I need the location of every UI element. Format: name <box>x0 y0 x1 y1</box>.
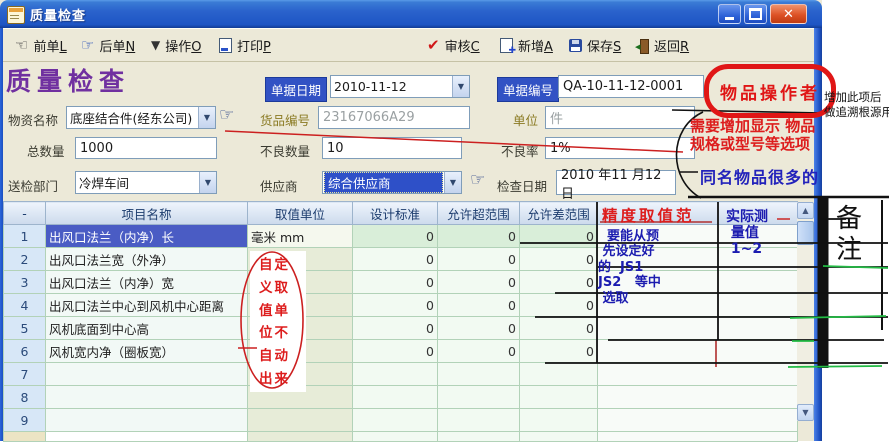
dept-label: 送检部门 <box>8 176 58 195</box>
doc-no-label: 单据编号 <box>497 77 559 102</box>
defect-rate-input[interactable]: 1% <box>545 137 695 159</box>
operate-button[interactable]: ▼ 操作O <box>151 33 201 57</box>
print-button[interactable]: 打印P <box>219 33 271 57</box>
table-row: 5风机底面到中心高000 <box>4 317 798 340</box>
supplier-dropdown-arrow[interactable]: ▼ <box>444 172 461 193</box>
scroll-up-button[interactable]: ▲ <box>797 202 814 219</box>
dept-combobox[interactable]: 冷焊车间 ▼ <box>75 171 217 194</box>
next-doc-button[interactable]: ☞ 后单N <box>81 33 135 57</box>
table-row: 3出风口法兰（内净）宽000 <box>4 271 798 294</box>
material-dropdown-arrow[interactable]: ▼ <box>198 107 215 128</box>
table-row: 2出风口法兰宽（外净）000 <box>4 248 798 271</box>
page-title: 质量检查 <box>6 62 130 98</box>
minimize-button[interactable] <box>718 4 741 24</box>
table-row: 9 <box>4 409 798 432</box>
col-header-std[interactable]: 设计标准 <box>353 202 438 225</box>
save-button[interactable]: 保存S <box>569 33 621 57</box>
col-header-unit[interactable]: 取值单位 <box>248 202 353 225</box>
material-picker-hand-icon[interactable]: ☞ <box>219 105 234 125</box>
doc-date-combobox[interactable]: 2010-11-12 ▼ <box>330 75 470 98</box>
window-title: 质量检查 <box>30 5 86 24</box>
app-icon <box>7 6 25 24</box>
defect-rate-label: 不良率 <box>501 141 539 160</box>
new-button[interactable]: 新增A <box>500 33 553 57</box>
scrollbar-thumb[interactable] <box>797 221 814 245</box>
prev-doc-button[interactable]: ☜ 前单L <box>15 33 67 57</box>
col-header-rowno[interactable]: - <box>4 202 46 225</box>
annotation-trace-note: 增加此项后 做追溯根源用 <box>824 90 889 119</box>
unit-input: 件 <box>545 106 695 129</box>
titlebar: 质量检查 ✕ <box>0 0 822 28</box>
material-combobox[interactable]: 底座结合件(经东公司) ▼ <box>66 106 216 129</box>
col-header-over[interactable]: 允许超范围 <box>438 202 520 225</box>
defect-qty-input[interactable]: 10 <box>322 137 462 159</box>
material-label: 物资名称 <box>8 110 58 129</box>
table-row: 7 <box>4 363 798 386</box>
unit-label: 单位 <box>513 110 538 129</box>
annotation-precision-note: 要能从预 先设定好 的 JS1 JS2 等中 选取 <box>598 229 661 306</box>
table-row: 6风机宽内净（圈板宽）000 <box>4 340 798 363</box>
close-icon: ✕ <box>783 7 794 22</box>
supplier-combobox[interactable]: 综合供应商 ▼ <box>322 171 462 194</box>
inspection-items-table: - 项目名称 取值单位 设计标准 允许超范围 允许差范围 1出风口法兰（内净）长… <box>3 201 798 442</box>
total-qty-label: 总数量 <box>27 141 65 160</box>
annotation-same-name-note: 同名物品很多的 <box>700 164 819 188</box>
annotation-operator-box: 物品操作者 <box>704 64 836 118</box>
annotation-spec-note: 需要增加显示 物品 规格或型号等选项 <box>690 117 815 153</box>
col-header-dev[interactable]: 允许差范围 <box>520 202 598 225</box>
dept-dropdown-arrow[interactable]: ▼ <box>199 172 216 193</box>
annotation-measure-note: 实际测 量值 1~2 <box>726 209 768 257</box>
new-doc-icon <box>500 38 513 53</box>
check-date-label: 检查日期 <box>497 176 547 195</box>
table-row: 1出风口法兰（内净）长毫米 mm000 <box>4 225 798 248</box>
col-header-name[interactable]: 项目名称 <box>46 202 248 225</box>
doc-date-dropdown-arrow[interactable]: ▼ <box>452 76 469 97</box>
scroll-down-button[interactable]: ▼ <box>797 404 814 421</box>
next-doc-icon: ☞ <box>81 38 94 53</box>
app-window: 质量检查 ✕ ☜ 前单L ☞ 后单N ▼ 操作O 打印P ✔ 审核C 新增A <box>0 0 822 441</box>
maximize-button[interactable] <box>744 4 767 24</box>
doc-date-label: 单据日期 <box>265 77 327 102</box>
doc-no-input[interactable]: QA-10-11-12-0001 <box>558 75 704 98</box>
check-date-input[interactable]: 2010 年11 月12 日 <box>556 170 676 195</box>
vertical-scrollbar[interactable]: ▲ ▼ <box>797 202 814 421</box>
audit-button[interactable]: ✔ 审核C <box>427 33 480 57</box>
annotation-unit-note: 自定 义取 值单 位不 自动 出来 <box>259 254 290 391</box>
defect-qty-label: 不良数量 <box>260 141 310 160</box>
annotation-remark-column: 备 注 <box>836 204 863 266</box>
minimize-icon <box>725 17 734 20</box>
table-row: 8 <box>4 386 798 409</box>
table-row: 4出风口法兰中心到风机中心距离000 <box>4 294 798 317</box>
audit-check-icon: ✔ <box>427 38 440 53</box>
return-icon <box>637 39 649 52</box>
return-button[interactable]: 返回R <box>637 33 689 57</box>
toolbar: ☜ 前单L ☞ 后单N ▼ 操作O 打印P ✔ 审核C 新增A 保存S <box>3 28 814 62</box>
supplier-label: 供应商 <box>260 176 298 195</box>
window-border-left <box>0 28 3 441</box>
close-button[interactable]: ✕ <box>770 4 807 24</box>
total-qty-input[interactable]: 1000 <box>75 137 217 159</box>
annotation-precision-title: 精度取值范 <box>602 204 695 226</box>
goods-no-label: 货品编号 <box>260 110 310 129</box>
goods-no-input: 23167066A29 <box>318 106 470 129</box>
table-new-row-stub <box>4 432 798 442</box>
date-picker-hand-icon[interactable]: ☞ <box>470 170 485 190</box>
prev-doc-icon: ☜ <box>15 38 28 53</box>
print-icon <box>219 38 232 53</box>
operate-arrow-icon: ▼ <box>151 38 160 53</box>
maximize-icon <box>749 8 762 20</box>
save-icon <box>569 39 582 52</box>
